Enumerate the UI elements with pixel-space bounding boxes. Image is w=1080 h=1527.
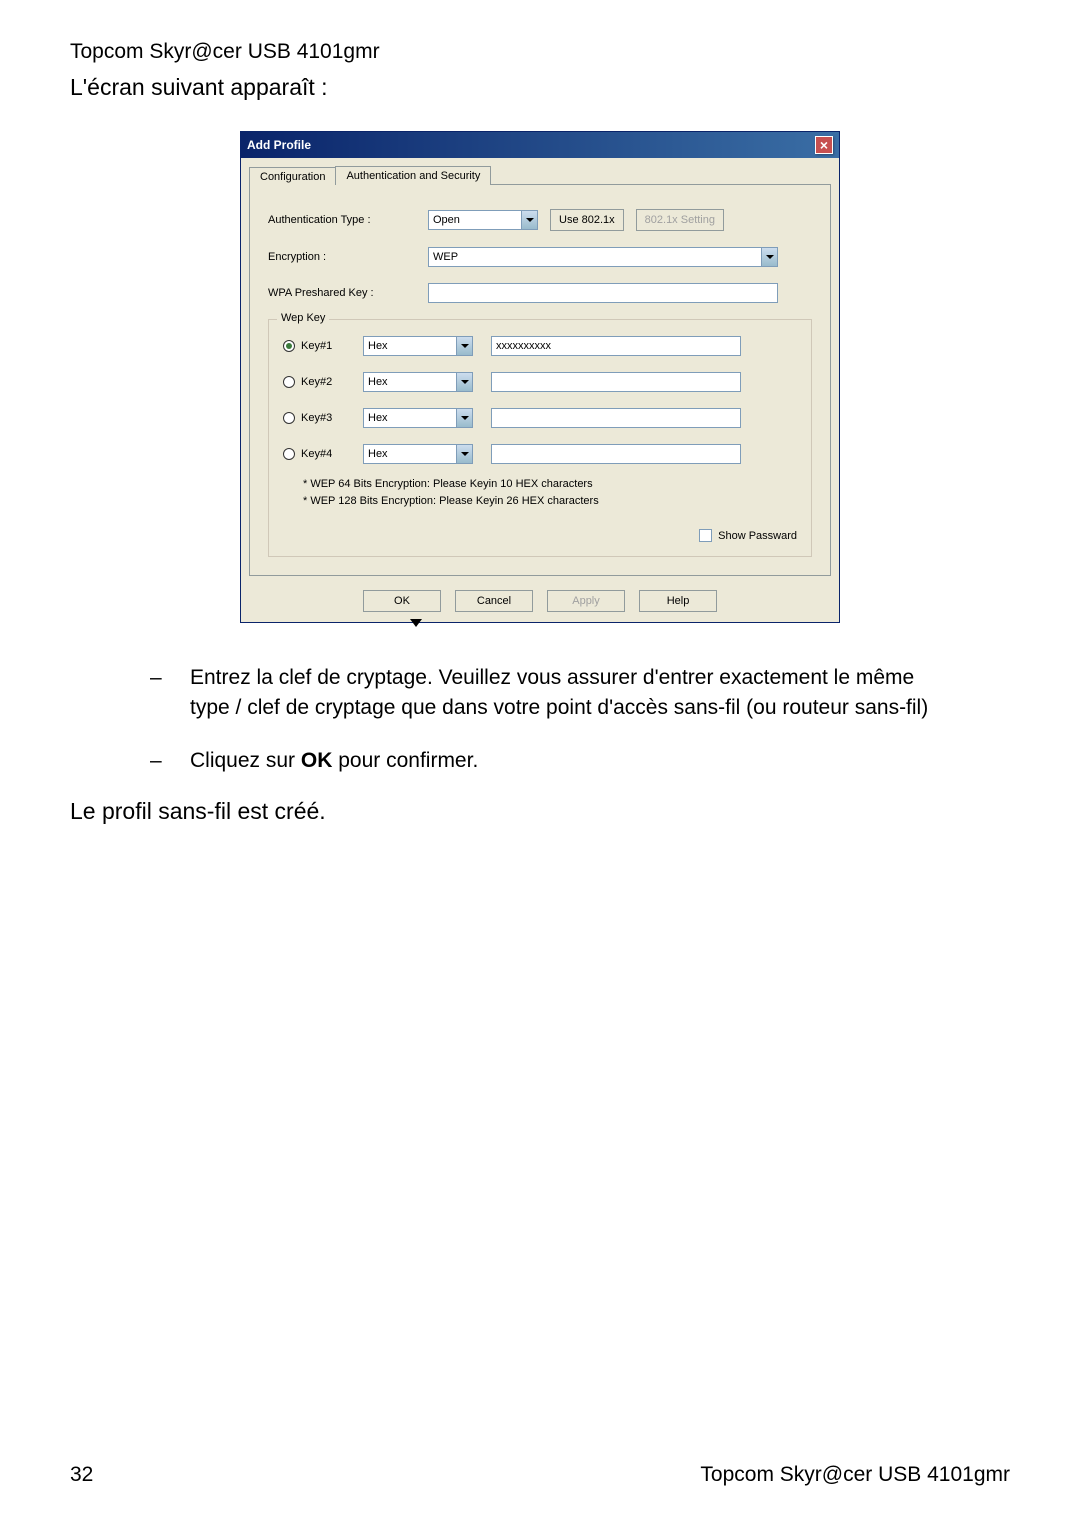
- instruction-1: – Entrez la clef de cryptage. Veuillez v…: [150, 663, 930, 724]
- wpa-key-input[interactable]: [428, 283, 778, 303]
- dash-icon: –: [150, 663, 190, 724]
- show-password-checkbox[interactable]: [699, 529, 712, 542]
- authtype-select[interactable]: Open: [428, 210, 538, 230]
- setting-8021x-button: 802.1x Setting: [636, 209, 724, 231]
- key2-type-select[interactable]: Hex: [363, 372, 473, 392]
- instructions: – Entrez la clef de cryptage. Veuillez v…: [150, 663, 930, 776]
- cancel-button[interactable]: Cancel: [455, 590, 533, 612]
- show-password-label: Show Passward: [718, 530, 797, 542]
- wep-key-row-1: Key#1 Hex xxxxxxxxxx: [283, 336, 797, 356]
- ok-button[interactable]: OK: [363, 590, 441, 612]
- key4-type-value: Hex: [368, 448, 388, 460]
- row-encryption: Encryption : WEP: [268, 247, 812, 267]
- wep-key-row-4: Key#4 Hex: [283, 444, 797, 464]
- key2-label: Key#2: [301, 376, 332, 388]
- wep-key-row-3: Key#3 Hex: [283, 408, 797, 428]
- key2-radio-wrap[interactable]: Key#2: [283, 376, 363, 388]
- chevron-down-icon: [456, 409, 472, 427]
- chevron-down-icon: [456, 337, 472, 355]
- key3-type-select[interactable]: Hex: [363, 408, 473, 428]
- row-wpa-key: WPA Preshared Key :: [268, 283, 812, 303]
- chevron-down-icon: [521, 211, 537, 229]
- label-encryption: Encryption :: [268, 251, 428, 263]
- instruction-2-bold: OK: [301, 749, 333, 772]
- key4-value-input[interactable]: [491, 444, 741, 464]
- authtype-value: Open: [433, 214, 460, 226]
- key2-type-value: Hex: [368, 376, 388, 388]
- wep-hint-128: * WEP 128 Bits Encryption: Please Keyin …: [303, 493, 797, 510]
- chevron-down-icon: [456, 445, 472, 463]
- tab-configuration[interactable]: Configuration: [249, 167, 335, 186]
- footer: 32 Topcom Skyr@cer USB 4101gmr: [70, 1463, 1010, 1487]
- key3-radio-wrap[interactable]: Key#3: [283, 412, 363, 424]
- apply-button: Apply: [547, 590, 625, 612]
- key1-type-select[interactable]: Hex: [363, 336, 473, 356]
- wep-key-fieldset: Wep Key Key#1 Hex xxxxxxxxxx: [268, 319, 812, 557]
- radio-icon: [283, 340, 295, 352]
- key2-value-input[interactable]: [491, 372, 741, 392]
- page-number: 32: [70, 1463, 93, 1487]
- use-8021x-button[interactable]: Use 802.1x: [550, 209, 624, 231]
- dialog-body: Configuration Authentication and Securit…: [241, 158, 839, 622]
- wep-hint: * WEP 64 Bits Encryption: Please Keyin 1…: [303, 476, 797, 509]
- label-wpa-key: WPA Preshared Key :: [268, 287, 428, 299]
- key4-type-select[interactable]: Hex: [363, 444, 473, 464]
- chevron-down-icon: [456, 373, 472, 391]
- instruction-2: – Cliquez sur OK pour confirmer.: [150, 746, 930, 776]
- encryption-select[interactable]: WEP: [428, 247, 778, 267]
- dash-icon: –: [150, 746, 190, 776]
- tab-auth-security[interactable]: Authentication and Security: [335, 166, 491, 185]
- key3-value-input[interactable]: [491, 408, 741, 428]
- chevron-down-icon: [761, 248, 777, 266]
- key3-type-value: Hex: [368, 412, 388, 424]
- dialog-button-row: OK Cancel Apply Help: [249, 590, 831, 612]
- wep-key-legend: Wep Key: [277, 312, 329, 324]
- key1-type-value: Hex: [368, 340, 388, 352]
- radio-icon: [283, 376, 295, 388]
- instruction-2-text: Cliquez sur OK pour confirmer.: [190, 746, 478, 776]
- dialog-title: Add Profile: [247, 138, 311, 152]
- key1-value: xxxxxxxxxx: [496, 340, 551, 352]
- help-button[interactable]: Help: [639, 590, 717, 612]
- header-product: Topcom Skyr@cer USB 4101gmr: [70, 40, 1010, 64]
- close-button[interactable]: ×: [815, 136, 833, 154]
- subtitle: L'écran suivant apparaît :: [70, 74, 1010, 101]
- titlebar: Add Profile ×: [241, 132, 839, 158]
- radio-icon: [283, 448, 295, 460]
- instruction-2-post: pour confirmer.: [332, 749, 478, 772]
- instruction-1-text: Entrez la clef de cryptage. Veuillez vou…: [190, 663, 930, 724]
- key1-label: Key#1: [301, 340, 332, 352]
- footer-product: Topcom Skyr@cer USB 4101gmr: [700, 1463, 1010, 1487]
- key4-label: Key#4: [301, 448, 332, 460]
- conclusion: Le profil sans-fil est créé.: [70, 798, 1010, 825]
- encryption-value: WEP: [433, 251, 458, 263]
- wep-hint-64: * WEP 64 Bits Encryption: Please Keyin 1…: [303, 476, 797, 493]
- radio-icon: [283, 412, 295, 424]
- key1-value-input[interactable]: xxxxxxxxxx: [491, 336, 741, 356]
- close-icon: ×: [820, 137, 828, 153]
- key1-radio-wrap[interactable]: Key#1: [283, 340, 363, 352]
- show-password-row: Show Passward: [283, 529, 797, 542]
- row-auth-type: Authentication Type : Open Use 802.1x 80…: [268, 209, 812, 231]
- add-profile-dialog: Add Profile × Configuration Authenticati…: [240, 131, 840, 623]
- key4-radio-wrap[interactable]: Key#4: [283, 448, 363, 460]
- instruction-2-pre: Cliquez sur: [190, 749, 301, 772]
- tabs: Configuration Authentication and Securit…: [249, 166, 831, 185]
- tab-panel: Authentication Type : Open Use 802.1x 80…: [249, 184, 831, 576]
- label-auth-type: Authentication Type :: [268, 214, 428, 226]
- key3-label: Key#3: [301, 412, 332, 424]
- wep-key-row-2: Key#2 Hex: [283, 372, 797, 392]
